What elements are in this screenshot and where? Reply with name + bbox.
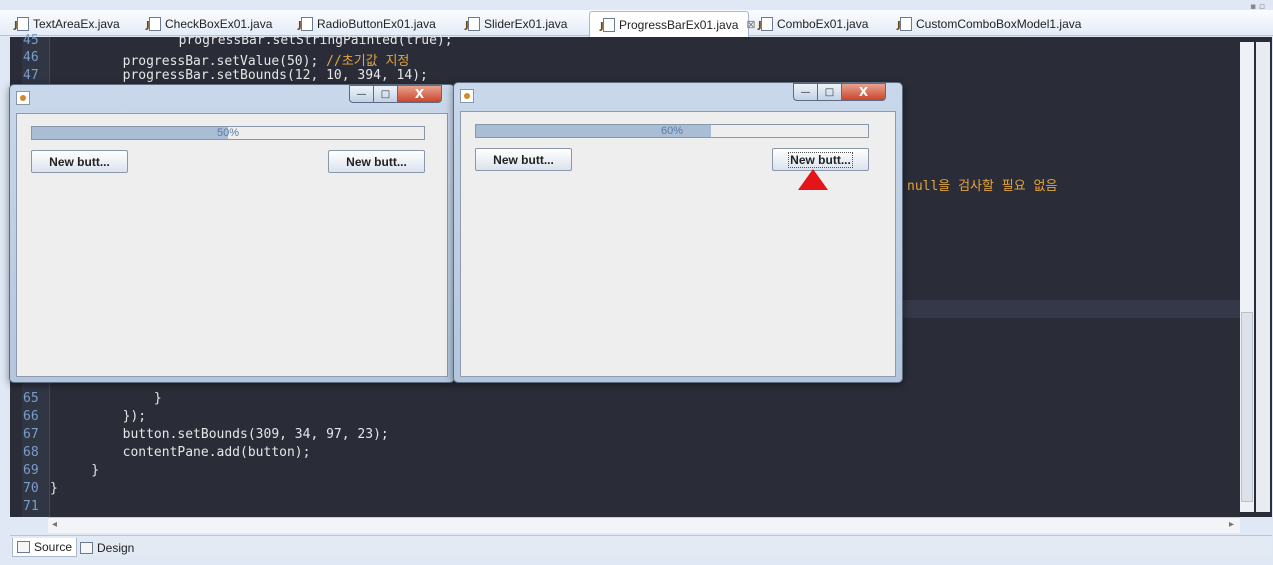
tab-label: RadioButtonEx01.java: [317, 17, 436, 31]
line-number: 67: [23, 427, 39, 442]
progress-text: 50%: [216, 127, 240, 139]
minimize-button[interactable]: —: [349, 85, 374, 103]
java-app-icon: [16, 91, 30, 105]
new-button-left[interactable]: New butt...: [31, 150, 128, 173]
minimize-button[interactable]: —: [793, 83, 818, 101]
progress-text: 60%: [660, 125, 684, 137]
tab-customcomboboxmodel1[interactable]: CustomComboBoxModel1.java: [887, 12, 1081, 36]
close-button[interactable]: X: [842, 83, 886, 101]
vertical-scrollbar[interactable]: [1240, 42, 1254, 512]
line-number: 45: [23, 33, 39, 48]
tab-textareaex[interactable]: TextAreaEx.java: [4, 12, 120, 36]
code-line: });: [60, 409, 147, 424]
content-pane: 50% New butt... New butt...: [16, 113, 448, 377]
new-button-right[interactable]: New butt...: [328, 150, 425, 173]
line-number: 71: [23, 499, 39, 514]
line-number: 46: [23, 50, 39, 65]
new-button-left[interactable]: New butt...: [475, 148, 572, 171]
window-corner-controls: ▪ ▫: [1249, 2, 1265, 12]
content-pane: 60% New butt... New butt...: [460, 111, 896, 377]
java-file-icon: [146, 17, 161, 31]
java-file-icon: [600, 17, 615, 32]
new-button-right[interactable]: New butt...: [772, 148, 869, 171]
java-file-icon: [14, 17, 29, 31]
tab-sliderex01[interactable]: SliderEx01.java: [455, 12, 567, 36]
line-number: 65: [23, 391, 39, 406]
java-file-icon: [298, 17, 313, 31]
window-titlebar[interactable]: — □ X: [454, 83, 902, 107]
code-line: button.setBounds(309, 34, 97, 23);: [60, 427, 389, 442]
tab-label: Design: [97, 540, 135, 555]
annotation-arrow-icon: [798, 169, 828, 190]
line-number: 66: [23, 409, 39, 424]
window-titlebar[interactable]: — □ X: [10, 85, 454, 109]
code-comment: null을 검사할 필요 없음: [907, 179, 1058, 194]
java-file-icon: [897, 17, 912, 31]
line-number: 69: [23, 463, 39, 478]
tab-source[interactable]: Source: [12, 538, 78, 557]
progressbar-window-2[interactable]: — □ X 60% New butt... New butt...: [453, 82, 903, 383]
progressbar-window-1[interactable]: — □ X 50% New butt... New butt...: [9, 84, 455, 383]
code-line: progressBar.setStringPainted(true);: [116, 33, 453, 48]
close-button[interactable]: X: [398, 85, 442, 103]
source-icon: [17, 541, 30, 553]
tab-label: SliderEx01.java: [484, 17, 568, 31]
maximize-button[interactable]: □: [374, 85, 398, 103]
tab-label: ProgressBarEx01.java: [619, 17, 739, 32]
design-icon: [80, 541, 93, 554]
scroll-left-icon[interactable]: ◂: [52, 519, 57, 530]
tab-comboex01[interactable]: ComboEx01.java: [748, 12, 868, 36]
code-line: progressBar.setValue(50); //초기값 지정: [60, 54, 410, 69]
horizontal-scrollbar[interactable]: ◂ ▸: [48, 517, 1240, 533]
java-app-icon: [460, 89, 474, 103]
tab-label: ComboEx01.java: [777, 17, 869, 31]
code-comment: //초기값 지정: [326, 54, 410, 69]
code-line: progressBar.setBounds(12, 10, 394, 14);: [60, 68, 428, 83]
tab-label: CheckBoxEx01.java: [165, 17, 273, 31]
window-controls: — □ X: [793, 83, 886, 101]
scrollbar-thumb[interactable]: [1241, 312, 1253, 502]
window-controls: — □ X: [349, 85, 442, 103]
java-file-icon: [758, 17, 773, 31]
tab-design[interactable]: Design: [76, 538, 138, 557]
line-number: 68: [23, 445, 39, 460]
scroll-right-icon[interactable]: ▸: [1229, 519, 1234, 530]
overview-ruler: [1256, 42, 1270, 512]
editor-mode-tabs: Source Design: [10, 535, 1272, 557]
tab-label: Source: [34, 540, 73, 554]
code-line: contentPane.add(button);: [60, 445, 311, 460]
tab-label: CustomComboBoxModel1.java: [916, 17, 1082, 31]
java-file-icon: [465, 17, 480, 31]
tab-label: TextAreaEx.java: [33, 17, 120, 31]
code-line: }: [60, 463, 100, 478]
maximize-button[interactable]: □: [818, 83, 842, 101]
code-line: }: [60, 391, 162, 406]
code-line: }: [50, 481, 58, 496]
tab-progressbarex01[interactable]: ProgressBarEx01.java ⊠: [589, 11, 756, 37]
progress-bar: 60%: [475, 124, 869, 138]
line-number: 70: [23, 481, 39, 496]
progress-bar: 50%: [31, 126, 425, 140]
line-number: 47: [23, 68, 39, 83]
